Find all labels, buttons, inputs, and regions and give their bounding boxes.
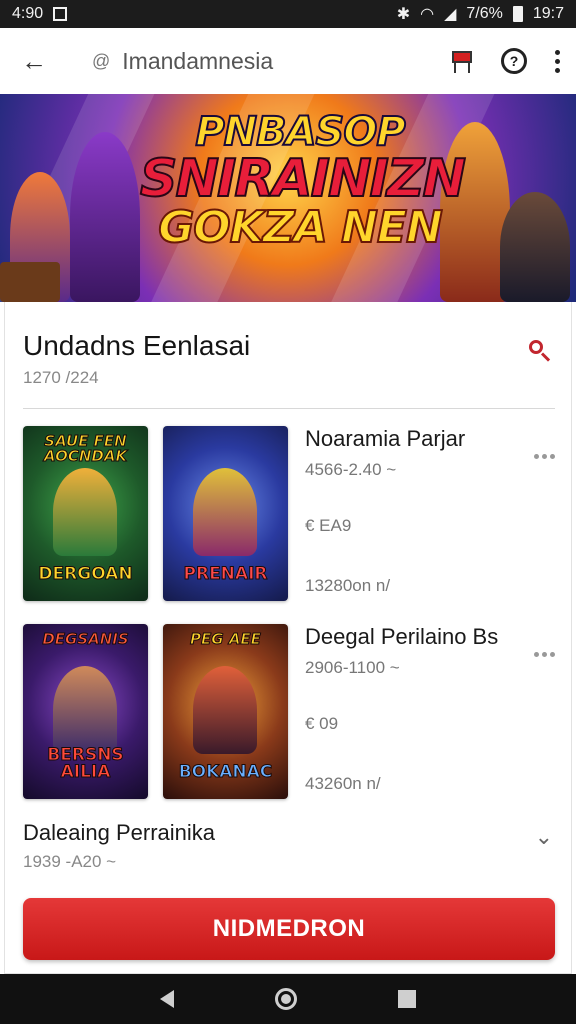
bluetooth-icon: ✱ <box>396 6 411 23</box>
store-flag-icon[interactable] <box>451 49 473 73</box>
list-item[interactable]: DEGSANIS BERSNS AILIA PEG AEE BOKANAC De… <box>23 624 555 800</box>
list-item[interactable]: SAUE FEN AOCNDAK DERGOAN PRENAIR Noarami… <box>23 426 555 602</box>
item-name: Deegal Perilaino Bs <box>305 624 499 649</box>
thumb-top-text: SAUE FEN AOCNDAK <box>43 432 128 465</box>
back-arrow-icon[interactable]: ← <box>16 43 52 79</box>
status-bar: 4:90 ✱ ◠ ◢ 7/6% 19:7 <box>0 0 576 28</box>
banner-character-left2 <box>70 132 140 302</box>
section-date: 1270 /224 <box>23 368 99 387</box>
status-right-time: 19:7 <box>532 5 564 22</box>
item-info: Noaramia Parjar 4566-2.40 ~ € EA9 13280o… <box>305 426 545 596</box>
search-icon[interactable] <box>529 340 551 362</box>
system-nav-bar <box>0 974 576 1024</box>
banner-title: PNBASOP SNIRAINIZN GOKZA NEN <box>139 109 467 253</box>
banner-chest <box>0 262 60 302</box>
footer-title[interactable]: Daleaing Perrainika <box>23 820 215 846</box>
game-thumbnail[interactable]: PEG AEE BOKANAC <box>163 624 288 799</box>
primary-action-button[interactable]: NIDMEDRON <box>23 898 555 960</box>
item-name: Noaramia Parjar <box>305 426 466 451</box>
item-range: 4566-2.40 ~ <box>305 460 397 479</box>
app-bar: ← @ Imandamnesia ? <box>0 28 576 94</box>
notification-icon <box>53 7 68 21</box>
banner-line2: SNIRAINIZN <box>139 148 467 209</box>
nav-recents-icon[interactable] <box>397 990 416 1008</box>
battery-icon <box>512 6 523 22</box>
thumb-character <box>193 468 257 556</box>
section-heading: Undadns Eenlasai <box>23 330 251 361</box>
chevron-down-icon[interactable]: ⌄ <box>535 824 553 850</box>
banner-character-right2 <box>500 192 570 302</box>
title-prefix: @ <box>92 50 111 71</box>
more-options-icon[interactable] <box>534 454 555 459</box>
footer-date: 1939 -A20 ~ <box>23 852 117 871</box>
thumb-bottom-text: BOKANAC <box>178 762 273 782</box>
thumb-bottom-text: PRENAIR <box>183 564 268 584</box>
item-range: 2906-1100 ~ <box>305 658 400 677</box>
item-size: € 09 <box>305 714 339 733</box>
banner-line3: GOKZA NEN <box>157 201 444 253</box>
banner-line1: PNBASOP <box>194 109 406 155</box>
item-size: € EA9 <box>305 516 352 535</box>
wifi-icon: ◠ <box>420 6 435 23</box>
signal-icon: ◢ <box>444 6 457 23</box>
battery-percent: 7/6% <box>466 5 503 22</box>
item-count: 43260n n/ <box>305 774 381 793</box>
thumb-top-text: PEG AEE <box>190 630 262 648</box>
thumb-character <box>53 468 117 556</box>
page-title-text: Imandamnesia <box>122 47 274 74</box>
item-info: Deegal Perilaino Bs 2906-1100 ~ € 09 432… <box>305 624 545 794</box>
nav-home-icon[interactable] <box>274 988 297 1010</box>
help-icon[interactable]: ? <box>501 48 527 74</box>
item-count: 13280on n/ <box>305 576 391 595</box>
thumb-character <box>193 666 257 754</box>
hero-banner[interactable]: PNBASOP SNIRAINIZN GOKZA NEN <box>0 94 576 302</box>
nav-back-icon[interactable] <box>160 990 175 1008</box>
thumb-top-text: DEGSANIS <box>42 630 129 648</box>
page-title: @ Imandamnesia <box>92 48 273 75</box>
thumb-bottom-text: BERSNS AILIA <box>47 745 124 782</box>
more-options-icon[interactable] <box>534 652 555 657</box>
game-thumbnail[interactable]: PRENAIR <box>163 426 288 601</box>
divider <box>23 408 555 409</box>
game-thumbnail[interactable]: SAUE FEN AOCNDAK DERGOAN <box>23 426 148 601</box>
more-options-icon[interactable] <box>555 49 560 73</box>
content-card: Undadns Eenlasai 1270 /224 SAUE FEN AOCN… <box>4 302 572 974</box>
thumb-bottom-text: DERGOAN <box>38 564 133 584</box>
status-time: 4:90 <box>12 5 44 22</box>
game-thumbnail[interactable]: DEGSANIS BERSNS AILIA <box>23 624 148 799</box>
thumb-character <box>53 666 117 754</box>
